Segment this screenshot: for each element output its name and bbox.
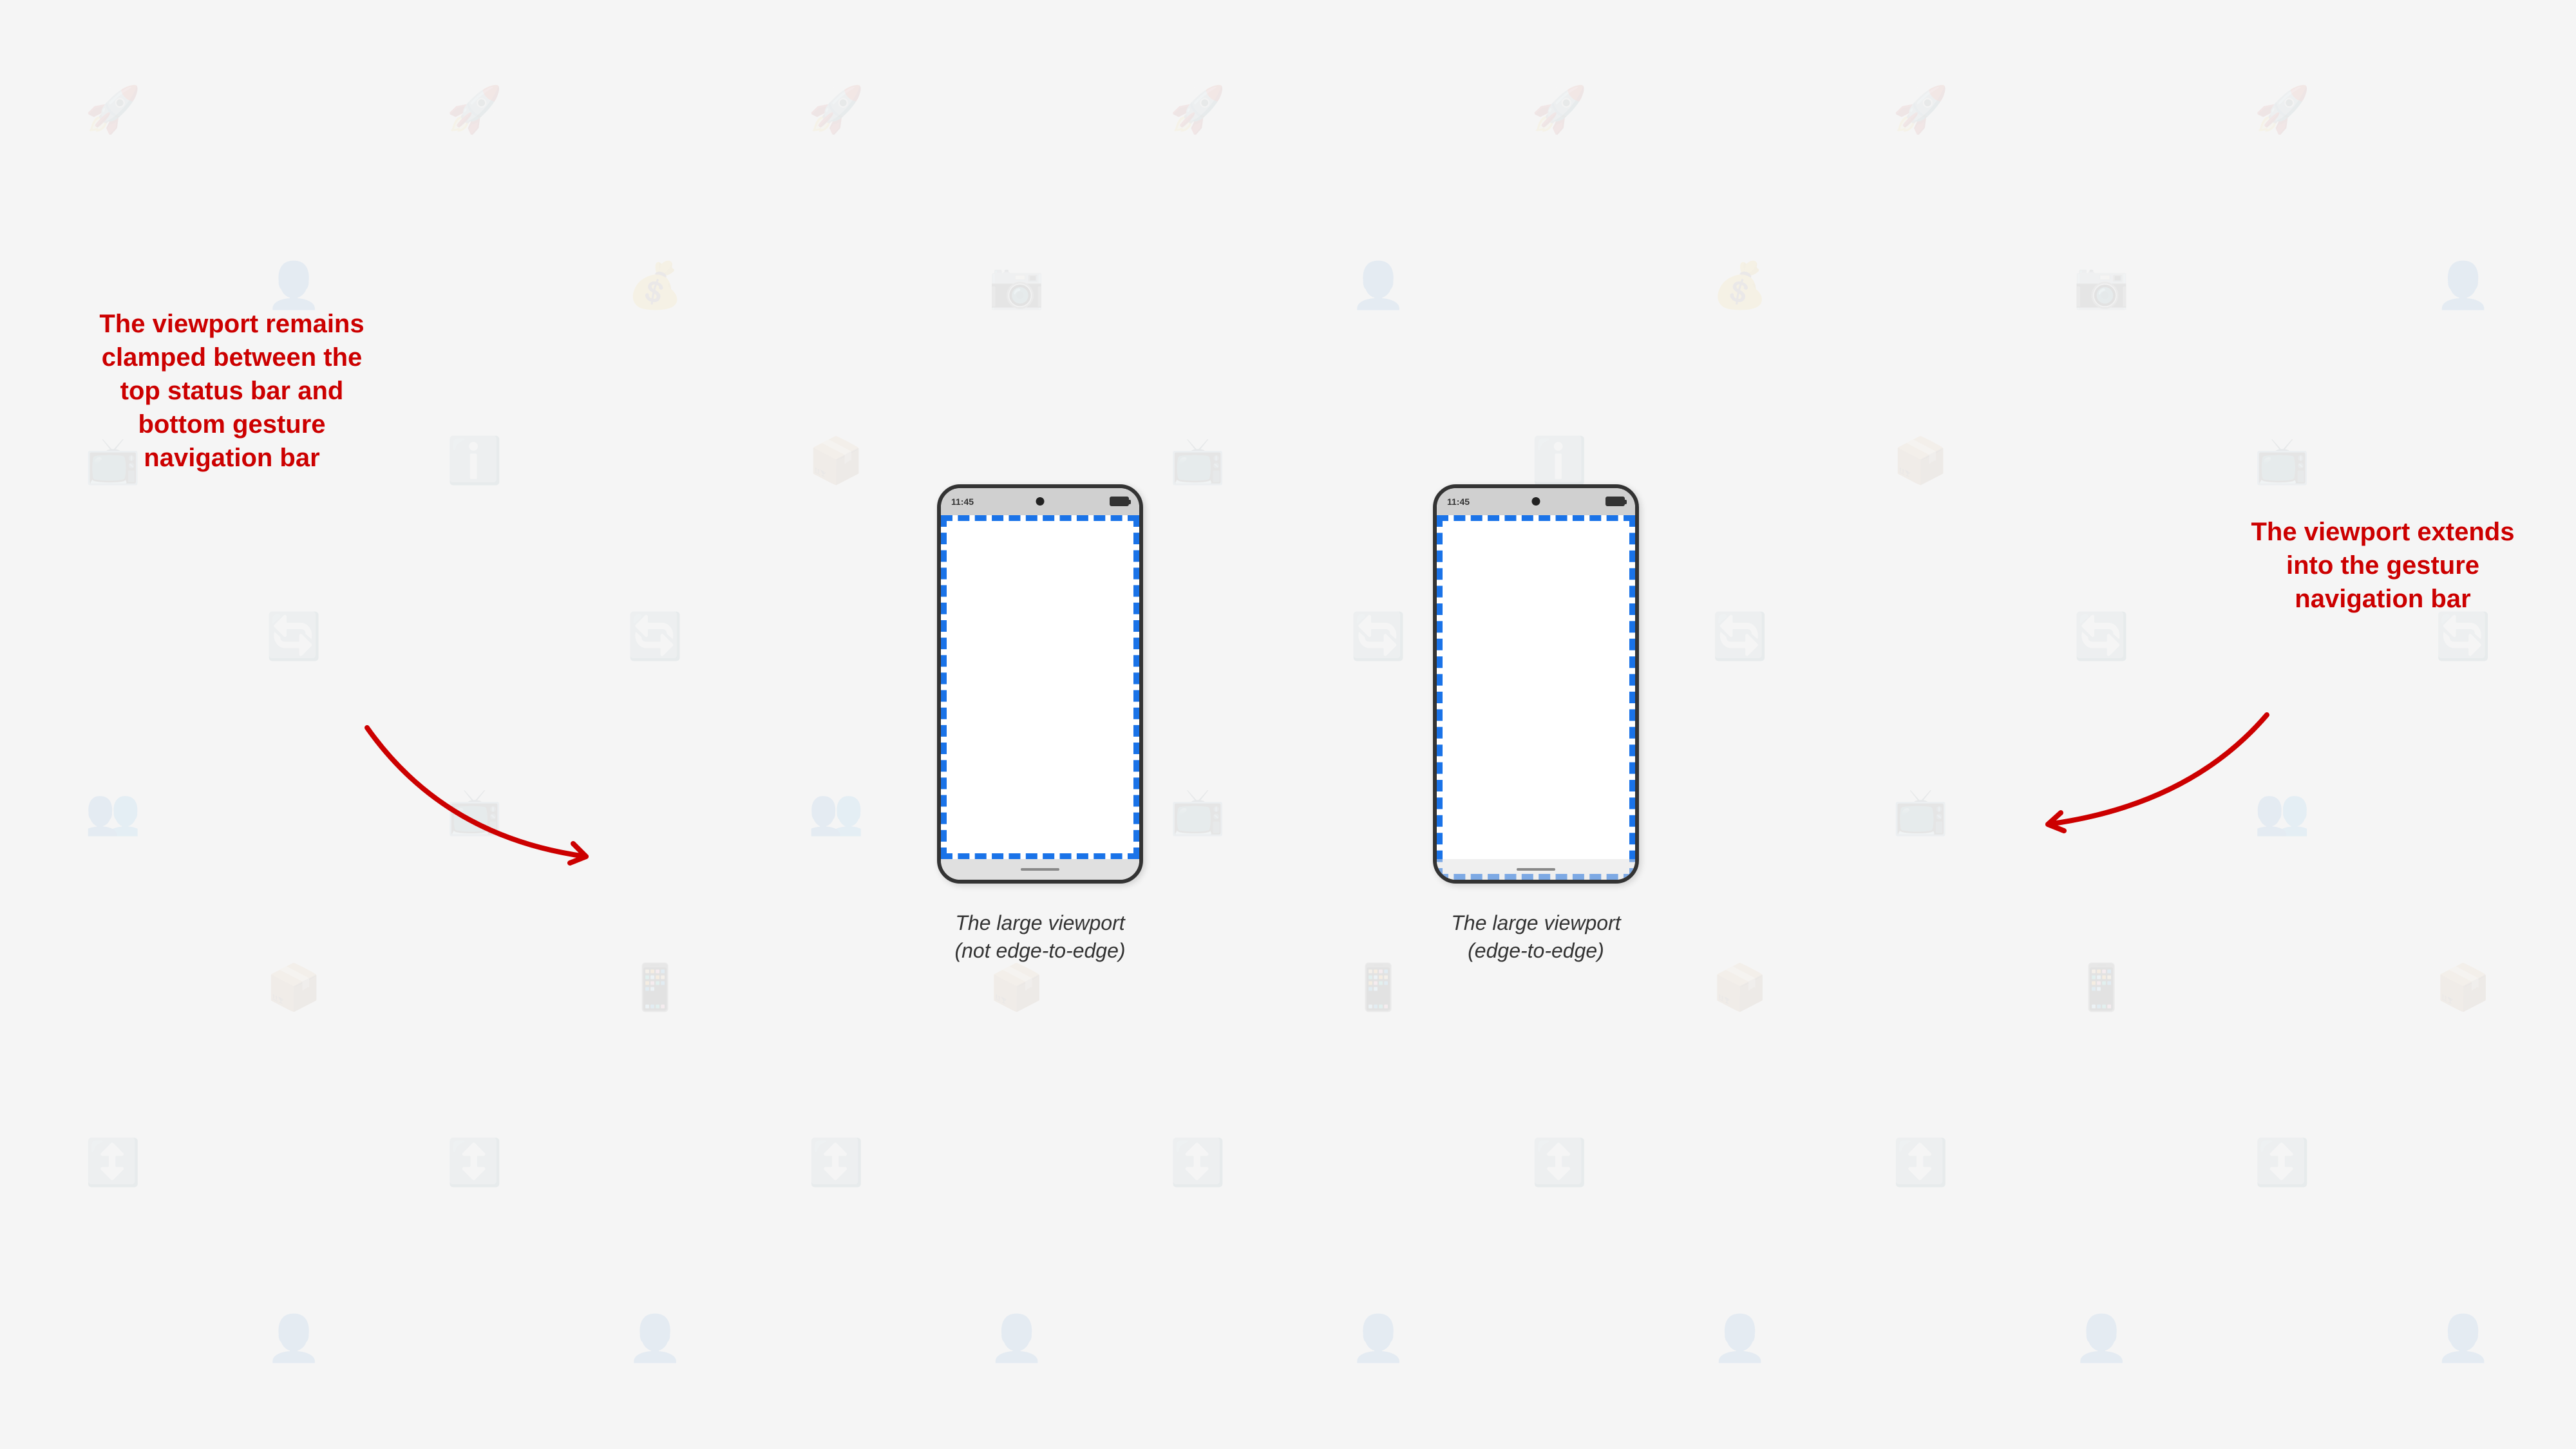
status-bar-right: 11:45 <box>1437 488 1635 515</box>
right-annotation-text: The viewport extends into the gesture na… <box>2241 515 2524 616</box>
caption-right: The large viewport (edge-to-edge) <box>1451 909 1620 965</box>
battery-right <box>1605 497 1625 506</box>
time-left: 11:45 <box>951 497 974 507</box>
caption-left: The large viewport (not edge-to-edge) <box>954 909 1125 965</box>
phone-wrapper-right: 11:45 The large viewport (edge-to-edge) <box>1433 484 1639 965</box>
gesture-bar-left <box>941 859 1139 880</box>
camera-right <box>1532 497 1540 506</box>
phone-wrapper-left: 11:45 The large viewport (not edge-to-ed… <box>937 484 1143 965</box>
caption-line1-left: The large viewport <box>955 911 1124 934</box>
caption-line1-right: The large viewport <box>1451 911 1620 934</box>
caption-line2-right: (edge-to-edge) <box>1468 939 1604 962</box>
right-arrow <box>2009 689 2299 869</box>
status-bar-left: 11:45 <box>941 488 1139 515</box>
right-annotation: The viewport extends into the gesture na… <box>2241 515 2524 616</box>
camera-left <box>1036 497 1045 506</box>
phone-frame-left: 11:45 <box>937 484 1143 884</box>
gesture-bar-right <box>1437 859 1635 880</box>
phone-body-left <box>941 515 1139 859</box>
time-right: 11:45 <box>1447 497 1470 507</box>
phone-frame-right: 11:45 <box>1433 484 1639 884</box>
gesture-handle-right <box>1517 868 1555 871</box>
caption-line2-left: (not edge-to-edge) <box>954 939 1125 962</box>
battery-left <box>1110 497 1129 506</box>
gesture-handle-left <box>1021 868 1059 871</box>
phone-body-right <box>1437 515 1635 880</box>
